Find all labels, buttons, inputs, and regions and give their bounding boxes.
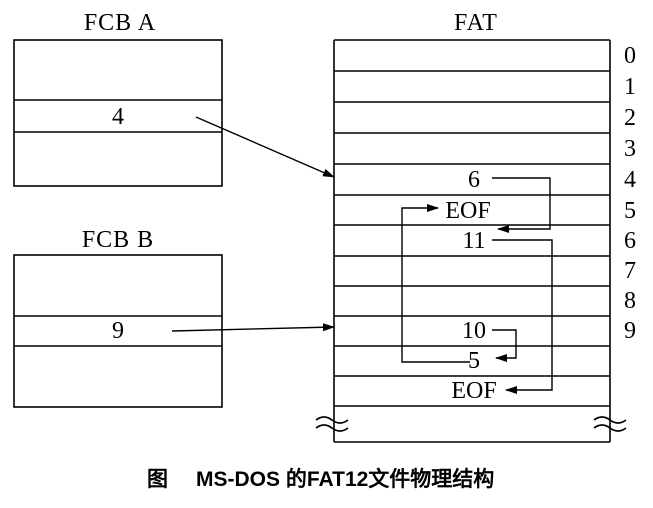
arrow-chain-10-to-5 [401, 204, 470, 363]
fat-entry-5: EOF [445, 198, 490, 224]
fat-diagram: FCB A 4 FCB B 9 FAT 0 1 2 3 4 5 6 7 8 9 … [13, 10, 636, 491]
fcb-b-start-cluster: 9 [112, 318, 124, 344]
fat-index: 6 [624, 228, 636, 254]
fat-index: 7 [624, 258, 636, 284]
fat-title: FAT [454, 10, 498, 36]
fat-index: 2 [624, 105, 636, 131]
fat-index: 8 [624, 288, 636, 314]
fcb-a-title: FCB A [84, 10, 156, 36]
fcb-b-title: FCB B [82, 227, 154, 253]
fat-index: 4 [624, 167, 636, 193]
fat-index: 5 [624, 198, 636, 224]
fat-index: 1 [624, 74, 636, 100]
fat-index: 3 [624, 136, 636, 162]
caption-figure-label: 图 [147, 468, 168, 491]
fat-entry-4: 6 [468, 167, 480, 193]
arrow-chain-4-to-6 [492, 177, 551, 233]
fat-entry-10: 5 [468, 348, 480, 374]
fat-entry-9: 10 [462, 318, 486, 344]
fat-index-column: 0 1 2 3 4 5 6 7 8 9 [624, 43, 636, 344]
fat-entry-11: EOF [451, 378, 496, 404]
fat-entry-6: 11 [462, 228, 485, 254]
fat-index: 0 [624, 43, 636, 69]
break-mark-left [315, 416, 349, 432]
arrow-chain-9-to-10 [492, 329, 517, 362]
caption-text: MS-DOS 的FAT12文件物理结构 [196, 467, 494, 491]
fat-index: 9 [624, 318, 636, 344]
arrow-chain-6-to-11 [492, 239, 553, 394]
fcb-a-start-cluster: 4 [112, 104, 124, 130]
